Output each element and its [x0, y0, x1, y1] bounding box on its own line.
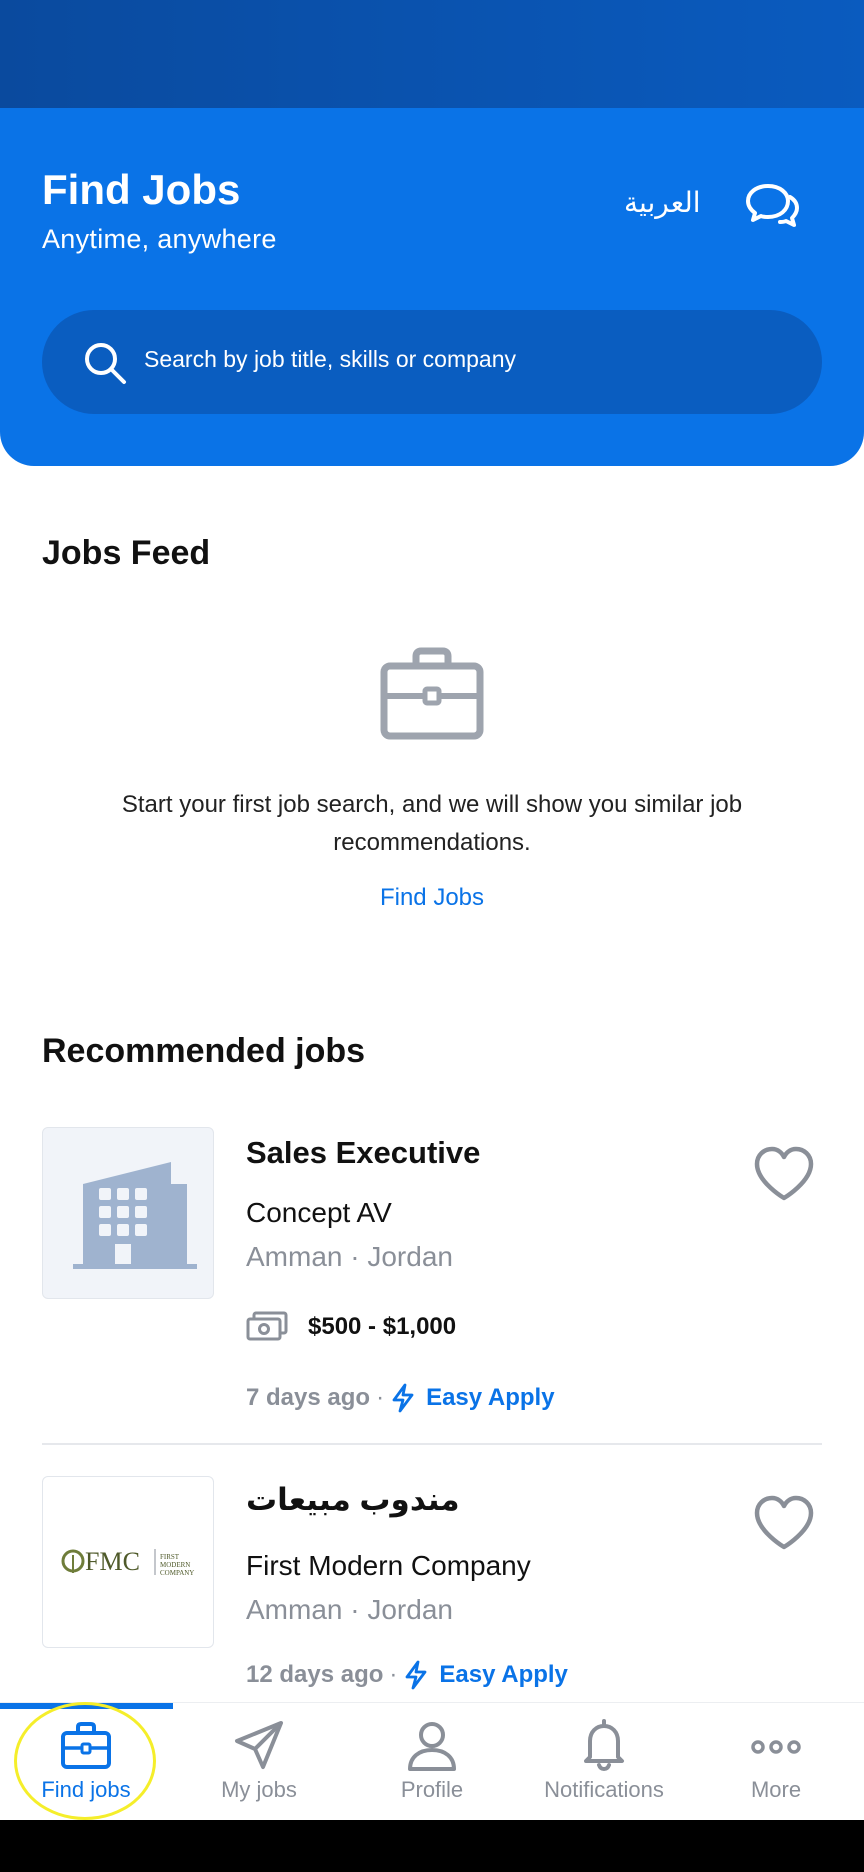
more-dots-icon — [751, 1740, 801, 1754]
heart-icon[interactable] — [752, 1494, 816, 1552]
svg-text:MODERN: MODERN — [160, 1561, 190, 1569]
search-placeholder: Search by job title, skills or company — [144, 346, 516, 372]
money-icon — [246, 1311, 288, 1341]
briefcase-icon — [380, 647, 484, 740]
lightning-icon — [406, 1660, 427, 1690]
bell-icon — [584, 1719, 624, 1772]
easy-apply-label[interactable]: Easy Apply — [439, 1661, 568, 1689]
job-title[interactable]: مندوب مبيعات — [246, 1482, 460, 1518]
status-bar — [0, 0, 864, 108]
highlight-ring — [14, 1702, 156, 1820]
find-jobs-link[interactable]: Find Jobs — [332, 884, 532, 912]
job-salary: $500 - $1,000 — [308, 1313, 457, 1340]
svg-text:COMPANY: COMPANY — [160, 1569, 194, 1577]
posted-date: 7 days ago — [246, 1384, 371, 1411]
tab-more[interactable]: More — [690, 1713, 862, 1819]
job-title[interactable]: Sales Executive — [246, 1135, 480, 1171]
tab-label: More — [750, 1777, 802, 1802]
job-meta: 7 days ago · Easy Apply — [246, 1383, 555, 1413]
svg-text:FIRST: FIRST — [160, 1553, 180, 1561]
search-icon — [85, 343, 126, 384]
job-company: First Modern Company — [246, 1550, 531, 1581]
header: Find Jobs Anytime, anywhere العربية Sear… — [0, 108, 864, 466]
person-icon — [408, 1722, 456, 1771]
job-location: Amman · Jordan — [246, 1241, 453, 1272]
search-input[interactable]: Search by job title, skills or company — [42, 310, 822, 414]
empty-feed-message: Start your first job search, and we will… — [121, 791, 743, 856]
system-nav-bar — [0, 1820, 864, 1872]
page-subtitle: Anytime, anywhere — [42, 224, 277, 254]
lightning-icon — [392, 1383, 414, 1413]
tab-my-jobs[interactable]: My jobs — [173, 1713, 345, 1819]
tab-notifications[interactable]: Notifications — [518, 1713, 690, 1819]
page-title: Find Jobs — [42, 166, 241, 213]
jobs-feed-title: Jobs Feed — [42, 534, 211, 572]
svg-text:FMC: FMC — [85, 1547, 140, 1576]
job-meta: 12 days ago · Easy Apply — [246, 1660, 568, 1690]
chat-bubbles-icon[interactable] — [744, 182, 800, 232]
building-icon — [73, 1162, 197, 1269]
divider — [42, 1443, 822, 1445]
tab-label: Profile — [400, 1777, 464, 1802]
posted-date: 12 days ago — [246, 1661, 384, 1688]
recommended-jobs-title: Recommended jobs — [42, 1032, 366, 1070]
company-logo — [42, 1127, 214, 1299]
heart-icon[interactable] — [752, 1145, 816, 1203]
job-card[interactable]: Sales Executive Concept AV Amman · Jorda… — [0, 1127, 864, 1447]
job-company: Concept AV — [246, 1197, 392, 1228]
tab-label: Notifications — [544, 1777, 664, 1802]
paper-plane-icon — [235, 1721, 283, 1769]
company-logo: FMC FIRST MODERN COMPANY — [42, 1476, 214, 1648]
tab-label: My jobs — [221, 1777, 297, 1802]
tab-profile[interactable]: Profile — [346, 1713, 518, 1819]
job-card[interactable]: FMC FIRST MODERN COMPANY مندوب مبيعات Fi… — [0, 1476, 864, 1702]
easy-apply-label[interactable]: Easy Apply — [426, 1384, 555, 1412]
fmc-logo: FMC FIRST MODERN COMPANY — [61, 1547, 194, 1577]
language-switch-button[interactable]: العربية — [624, 186, 701, 219]
job-location: Amman · Jordan — [246, 1594, 453, 1625]
